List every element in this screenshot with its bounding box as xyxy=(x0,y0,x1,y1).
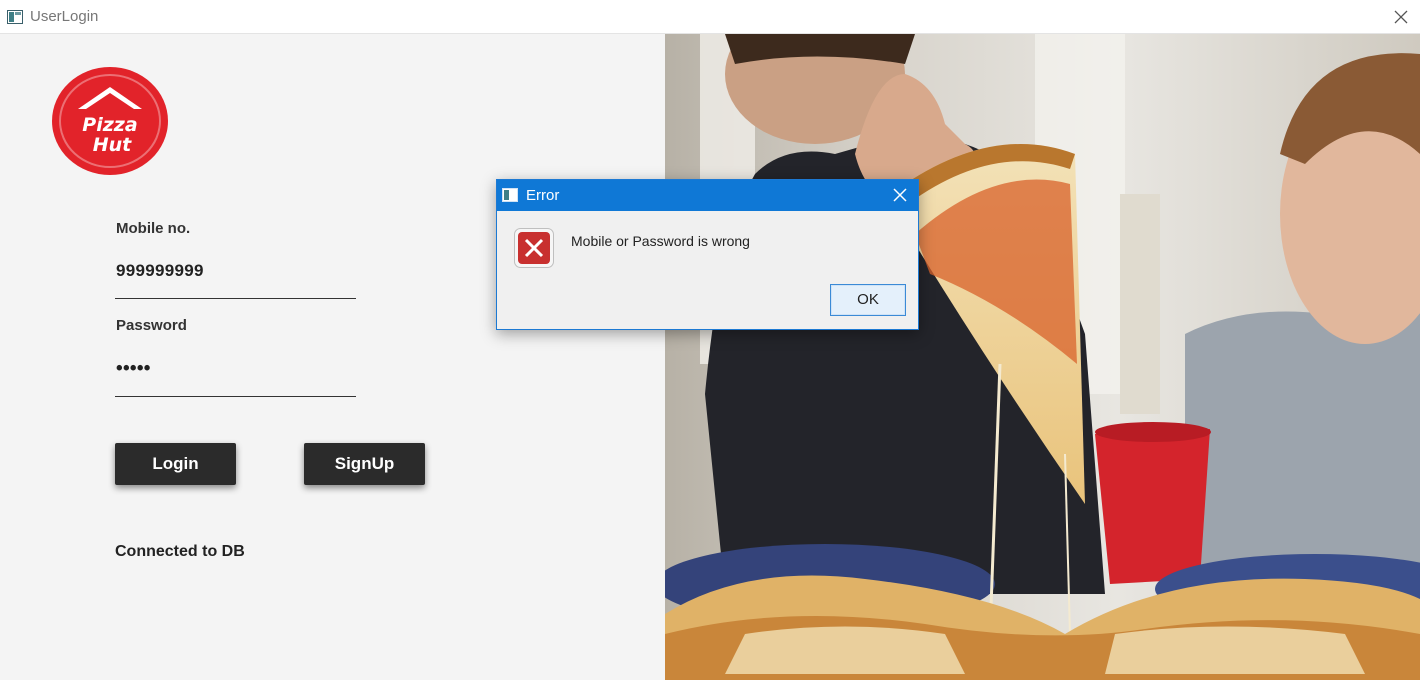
app-window-icon xyxy=(7,10,23,24)
svg-text:Hut: Hut xyxy=(93,134,132,156)
mobile-label: Mobile no. xyxy=(116,220,191,237)
login-button[interactable]: Login xyxy=(115,443,236,485)
dialog-close-icon[interactable] xyxy=(892,187,908,203)
password-field[interactable]: ••••• xyxy=(116,358,151,380)
dialog-window-icon xyxy=(502,188,518,202)
mobile-field[interactable]: 999999999 xyxy=(116,261,204,281)
user-login-window: UserLogin Pizza Hut Mobile no. 999999999… xyxy=(0,0,1420,680)
close-icon[interactable] xyxy=(1390,6,1412,28)
dialog-message: Mobile or Password is wrong xyxy=(571,233,750,249)
signup-button[interactable]: SignUp xyxy=(304,443,425,485)
window-title: UserLogin xyxy=(30,8,99,25)
title-bar: UserLogin xyxy=(0,0,1420,34)
error-icon xyxy=(514,228,554,268)
error-dialog: Error Mobile or Password is wrong OK xyxy=(496,179,919,330)
dialog-title-bar: Error xyxy=(497,180,918,211)
password-label: Password xyxy=(116,317,187,334)
dialog-title: Error xyxy=(526,187,560,204)
password-field-underline xyxy=(115,396,356,397)
mobile-field-underline xyxy=(115,298,356,299)
pizza-photo xyxy=(665,34,1420,680)
svg-text:Pizza: Pizza xyxy=(82,114,137,136)
pizza-hut-logo: Pizza Hut xyxy=(52,67,168,175)
ok-button[interactable]: OK xyxy=(830,284,906,316)
db-status-text: Connected to DB xyxy=(115,543,245,560)
